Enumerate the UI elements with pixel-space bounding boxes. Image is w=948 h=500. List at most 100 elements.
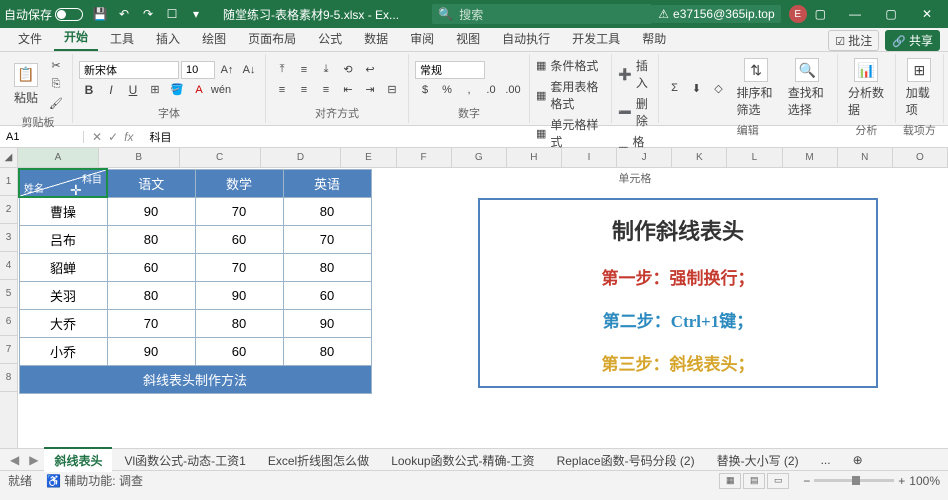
redo-icon[interactable]: ↷ <box>141 7 155 21</box>
copy-icon[interactable]: ⎘ <box>46 75 66 93</box>
share-button[interactable]: 🔗 共享 <box>885 30 940 51</box>
cut-icon[interactable]: ✂ <box>46 56 66 74</box>
enter-formula-icon[interactable]: ✓ <box>108 130 118 144</box>
search-box[interactable]: 🔍 搜索 <box>432 4 652 24</box>
page-layout-view-icon[interactable]: ▤ <box>743 473 765 489</box>
currency-icon[interactable]: $ <box>415 81 435 99</box>
orientation-icon[interactable]: ⟲ <box>338 61 358 79</box>
sheet-tab-more[interactable]: ... <box>811 449 841 470</box>
increase-font-icon[interactable]: A↑ <box>217 61 237 79</box>
new-sheet-button[interactable]: ⊕ <box>843 449 873 470</box>
comments-button[interactable]: ☑ 批注 <box>828 30 879 51</box>
sheet-tab[interactable]: 斜线表头 <box>44 447 112 472</box>
addins-button[interactable]: ⊞加载项 <box>902 56 937 120</box>
name-box[interactable]: A1 <box>0 131 84 143</box>
sheet-nav-next-icon[interactable]: ▶ <box>25 453 42 467</box>
zoom-out-icon[interactable]: − <box>803 474 810 488</box>
autosave-toggle[interactable]: 自动保存 <box>4 6 83 23</box>
decrease-decimal-icon[interactable]: .00 <box>503 81 523 99</box>
delete-cells-button[interactable]: ➖ 删除 <box>618 94 651 130</box>
clear-icon[interactable]: ◇ <box>709 79 729 97</box>
formula-input[interactable]: 科目 <box>141 129 179 145</box>
col-header[interactable]: 数学 <box>195 169 283 197</box>
fill-icon[interactable]: ⬇ <box>687 79 707 97</box>
tab-home[interactable]: 开始 <box>54 24 98 51</box>
percent-icon[interactable]: % <box>437 81 457 99</box>
find-select-button[interactable]: 🔍查找和选择 <box>784 56 831 120</box>
tab-dev[interactable]: 开发工具 <box>562 26 630 51</box>
minimize-button[interactable]: — <box>838 0 872 28</box>
normal-view-icon[interactable]: ▦ <box>719 473 741 489</box>
tab-view[interactable]: 视图 <box>446 26 490 51</box>
sort-filter-button[interactable]: ⇅排序和筛选 <box>733 56 780 120</box>
comma-icon[interactable]: , <box>459 81 479 99</box>
number-format-select[interactable]: 常规 <box>415 61 485 79</box>
save-icon[interactable]: 💾 <box>93 7 107 21</box>
bold-icon[interactable]: B <box>79 81 99 99</box>
align-top-icon[interactable]: ⤒ <box>272 61 292 79</box>
col-header[interactable]: 英语 <box>283 169 371 197</box>
maximize-button[interactable]: ▢ <box>874 0 908 28</box>
tab-formulas[interactable]: 公式 <box>308 26 352 51</box>
cell-styles-button[interactable]: ▦ 单元格样式 <box>536 115 605 151</box>
decrease-indent-icon[interactable]: ⇤ <box>338 81 358 99</box>
decrease-font-icon[interactable]: A↓ <box>239 61 259 79</box>
font-size-select[interactable]: 10 <box>181 61 215 79</box>
conditional-format-button[interactable]: ▦ 条件格式 <box>536 56 605 75</box>
insert-cells-button[interactable]: ➕ 插入 <box>618 56 651 92</box>
cell-grid[interactable]: 科目 姓名 ✛ 语文 数学 英语 曹操907080 吕布806070 貂蝉607… <box>18 168 948 448</box>
status-accessibility[interactable]: ♿ 辅助功能: 调查 <box>46 472 143 489</box>
tab-draw[interactable]: 绘图 <box>192 26 236 51</box>
font-color-icon[interactable]: A <box>189 81 209 99</box>
fill-color-icon[interactable]: 🪣 <box>167 81 187 99</box>
sheet-nav-prev-icon[interactable]: ◀ <box>6 453 23 467</box>
wrap-text-icon[interactable]: ↩ <box>360 61 380 79</box>
border-icon[interactable]: ⊞ <box>145 81 165 99</box>
increase-indent-icon[interactable]: ⇥ <box>360 81 380 99</box>
analyze-data-button[interactable]: 📊分析数据 <box>844 56 889 120</box>
column-headers[interactable]: A B C D E F G H I J K L M N O <box>18 148 948 168</box>
sheet-tab[interactable]: Excel折线图怎么做 <box>258 448 379 472</box>
switch-off-icon[interactable] <box>55 8 83 21</box>
cancel-formula-icon[interactable]: ✕ <box>92 130 102 144</box>
touch-icon[interactable]: ☐ <box>165 7 179 21</box>
close-button[interactable]: ✕ <box>910 0 944 28</box>
account-warning[interactable]: ⚠ e37156@365ip.top <box>652 5 780 23</box>
format-painter-icon[interactable]: 🖌 <box>46 94 66 112</box>
sheet-tab[interactable]: Vl函数公式-动态-工资1 <box>114 448 255 472</box>
italic-icon[interactable]: I <box>101 81 121 99</box>
avatar[interactable]: E <box>789 5 807 23</box>
tab-tools[interactable]: 工具 <box>100 26 144 51</box>
zoom-control[interactable]: − + 100% <box>803 474 940 488</box>
sheet-tab[interactable]: Lookup函数公式-精确-工资 <box>381 448 544 472</box>
page-break-view-icon[interactable]: ▭ <box>767 473 789 489</box>
zoom-level[interactable]: 100% <box>909 474 940 488</box>
increase-decimal-icon[interactable]: .0 <box>481 81 501 99</box>
align-bottom-icon[interactable]: ⤓ <box>316 61 336 79</box>
tab-help[interactable]: 帮助 <box>632 26 676 51</box>
align-center-icon[interactable]: ≡ <box>294 81 314 99</box>
zoom-in-icon[interactable]: + <box>898 474 905 488</box>
format-table-button[interactable]: ▦ 套用表格格式 <box>536 77 605 113</box>
tab-file[interactable]: 文件 <box>8 26 52 51</box>
ribbon-display-icon[interactable]: ▢ <box>815 7 826 21</box>
phonetic-icon[interactable]: wén <box>211 81 231 99</box>
sheet-tab[interactable]: Replace函数-号码分段 (2) <box>547 448 705 472</box>
more-icon[interactable]: ▾ <box>189 7 203 21</box>
undo-icon[interactable]: ↶ <box>117 7 131 21</box>
autosum-icon[interactable]: Σ <box>665 79 685 97</box>
sheet-tab[interactable]: 替换-大小写 (2) <box>707 448 809 472</box>
tab-review[interactable]: 审阅 <box>400 26 444 51</box>
col-header[interactable]: 语文 <box>107 169 195 197</box>
font-name-select[interactable]: 新宋体 <box>79 61 179 79</box>
tab-layout[interactable]: 页面布局 <box>238 26 306 51</box>
zoom-slider[interactable] <box>814 479 894 482</box>
tab-insert[interactable]: 插入 <box>146 26 190 51</box>
paste-button[interactable]: 📋粘贴 <box>10 61 42 108</box>
align-left-icon[interactable]: ≡ <box>272 81 292 99</box>
diagonal-header-cell[interactable]: 科目 姓名 ✛ <box>19 169 107 197</box>
row-headers[interactable]: ◢ 12 34 56 78 <box>0 148 18 448</box>
tab-data[interactable]: 数据 <box>354 26 398 51</box>
tab-auto[interactable]: 自动执行 <box>492 26 560 51</box>
align-right-icon[interactable]: ≡ <box>316 81 336 99</box>
